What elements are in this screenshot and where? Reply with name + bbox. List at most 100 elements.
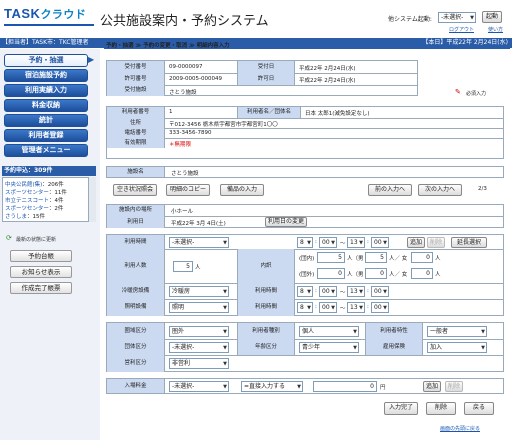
lighting-select[interactable]: 照明 xyxy=(169,302,229,313)
out-female-input[interactable]: 0 xyxy=(411,268,433,279)
group-select[interactable]: -未選択- xyxy=(169,342,229,353)
usage-date-label: 利用日 xyxy=(107,216,165,228)
colon: : xyxy=(315,288,317,294)
group-label: 団体区分 xyxy=(107,339,165,355)
colon: : xyxy=(315,304,317,310)
people-input[interactable]: 5 xyxy=(173,261,193,272)
lighting-time-label: 利用時間 xyxy=(237,299,295,316)
lighting-from-hour[interactable]: 8 xyxy=(297,302,313,313)
out-group-label: (団外) xyxy=(299,272,315,278)
out-male-input[interactable]: 0 xyxy=(365,268,387,279)
complete-button[interactable]: 入力完了 xyxy=(384,402,418,415)
reservation-ledger-button[interactable]: 予約台帳 xyxy=(10,250,72,262)
reservation-scrollbar[interactable] xyxy=(88,177,96,222)
add-time-button[interactable]: 追加 xyxy=(407,237,425,248)
phone-label: 電話番号 xyxy=(107,128,165,138)
back-button[interactable]: 戻る xyxy=(464,402,494,415)
app-title: 公共施設案内・予約システム xyxy=(100,14,269,29)
back-to-top-link[interactable]: 画面の先頭に戻る xyxy=(440,425,480,432)
equipment-button[interactable]: 備品の入力 xyxy=(220,184,264,196)
nav-usage-record[interactable]: 利用実績入力 xyxy=(4,84,88,97)
heating-to-hour[interactable]: 13 xyxy=(347,286,365,297)
lighting-from-minute[interactable]: 00 xyxy=(319,302,337,313)
copy-detail-button[interactable]: 明細のコピー xyxy=(166,184,210,196)
completed-forms-button[interactable]: 作成完了帳票 xyxy=(10,282,72,294)
active-nav-arrow-icon: ▶ xyxy=(88,55,95,64)
extend-select-button[interactable]: 延長選択 xyxy=(451,237,487,248)
required-note: 必須入力 xyxy=(466,91,487,97)
time-label: 利用時間 xyxy=(107,235,165,249)
out-group-input[interactable]: 0 xyxy=(317,268,345,279)
user-attr-select[interactable]: 一般者 xyxy=(427,326,487,337)
in-male-input[interactable]: 5 xyxy=(365,252,387,263)
nav-statistics[interactable]: 統計 xyxy=(4,114,88,127)
expiry-label: 有効期限 xyxy=(107,138,165,148)
lighting-to-hour[interactable]: 13 xyxy=(347,302,365,313)
male-label: 人（男 xyxy=(347,272,364,278)
row-divider xyxy=(107,299,503,300)
today-date: 【本日】平成22年 2月24日(水) xyxy=(422,39,508,46)
from-minute-select[interactable]: 00 xyxy=(319,237,337,248)
lighting-to-minute[interactable]: 00 xyxy=(371,302,389,313)
reservation-item[interactable]: スポーツセンター：2件 xyxy=(5,204,63,212)
reservation-item[interactable]: 市立テニスコート：4件 xyxy=(5,196,64,204)
fee-select[interactable]: -未選択- xyxy=(169,381,229,392)
purpose-select[interactable]: 非営利 xyxy=(169,358,229,369)
age-select[interactable]: 青少年 xyxy=(299,342,359,353)
heating-from-hour[interactable]: 8 xyxy=(297,286,313,297)
nav-fee-collection[interactable]: 料金収納 xyxy=(4,99,88,112)
permit-no: 2009-0005-000049 xyxy=(169,76,222,82)
refresh-label[interactable]: 最新の状態に更新 xyxy=(16,236,56,243)
row-divider xyxy=(107,118,503,119)
area-select[interactable]: 圏外 xyxy=(169,326,229,337)
heating-to-minute[interactable]: 00 xyxy=(371,286,389,297)
delete-time-button[interactable]: 削除 xyxy=(427,237,445,248)
in-group-input[interactable]: 5 xyxy=(317,252,345,263)
user-type-select[interactable]: 個人 xyxy=(299,326,359,337)
prev-entry-button[interactable]: 前の入力へ xyxy=(368,184,412,196)
time-preset-select[interactable]: -未選択- xyxy=(169,237,229,248)
classification-info: 圏域区分 圏外 利用者種別 個人 利用者特性 一般者 団体区分 -未選択- 年齢… xyxy=(106,322,504,372)
reservation-item[interactable]: スポーツセンター：11件 xyxy=(5,188,67,196)
tilde: ～ xyxy=(340,290,346,296)
fee-label: 入場料金 xyxy=(107,379,165,393)
breakdown-label: 内訳 xyxy=(237,249,295,283)
heating-select[interactable]: 冷暖房 xyxy=(169,286,229,297)
accept-no-label: 受付番号 xyxy=(107,61,165,73)
reservation-item[interactable]: 中央公民館(集)：206件 xyxy=(5,180,64,188)
insurance-select[interactable]: 加入 xyxy=(427,342,487,353)
nav-reservation[interactable]: 予約・抽選 xyxy=(4,54,88,67)
to-hour-select[interactable]: 13 xyxy=(347,237,365,248)
from-hour-select[interactable]: 8 xyxy=(297,237,313,248)
to-minute-select[interactable]: 00 xyxy=(371,237,389,248)
lighting-label: 照明設備 xyxy=(107,299,165,316)
heating-from-minute[interactable]: 00 xyxy=(319,286,337,297)
nav-user-registration[interactable]: 利用者登録 xyxy=(4,129,88,142)
nav-lodging[interactable]: 宿泊施設予約 xyxy=(4,69,88,82)
colon: : xyxy=(367,304,369,310)
refresh-icon[interactable]: ⟳ xyxy=(6,234,12,242)
system-start-select[interactable]: -未選択- xyxy=(438,12,476,23)
expiry: ＊無期限 xyxy=(169,142,192,148)
change-date-button[interactable]: 利用日の変更 xyxy=(265,217,307,227)
permit-no-label: 許可番号 xyxy=(107,73,165,85)
logout-link[interactable]: ログアウト xyxy=(449,26,474,33)
next-entry-button[interactable]: 次の入力へ xyxy=(418,184,462,196)
nav-admin-menu[interactable]: 管理者メニュー xyxy=(4,144,88,157)
start-button[interactable]: 起動 xyxy=(482,11,502,23)
add-fee-button[interactable]: 追加 xyxy=(423,381,441,392)
notice-button[interactable]: お知らせ表示 xyxy=(10,266,72,278)
in-female-input[interactable]: 0 xyxy=(411,252,433,263)
availability-button[interactable]: 空き状況照会 xyxy=(113,184,157,196)
receipt-info: 受付番号 09-0000097 受付日 平成22年 2月24日(水) 許可番号 … xyxy=(106,60,418,96)
help-link[interactable]: 使い方 xyxy=(488,26,503,33)
fee-method-select[interactable]: =直接入力する xyxy=(241,381,303,392)
area-label: 圏域区分 xyxy=(107,323,165,339)
delete-fee-button[interactable]: 削除 xyxy=(445,381,463,392)
fee-amount-input[interactable]: 0 xyxy=(313,381,377,392)
reservation-item[interactable]: さうしま：15件 xyxy=(5,212,45,220)
unit-label: 人 xyxy=(435,272,441,278)
user-no: 1 xyxy=(169,109,173,115)
people-label: 利用人数 xyxy=(107,249,165,283)
delete-button[interactable]: 削除 xyxy=(426,402,456,415)
